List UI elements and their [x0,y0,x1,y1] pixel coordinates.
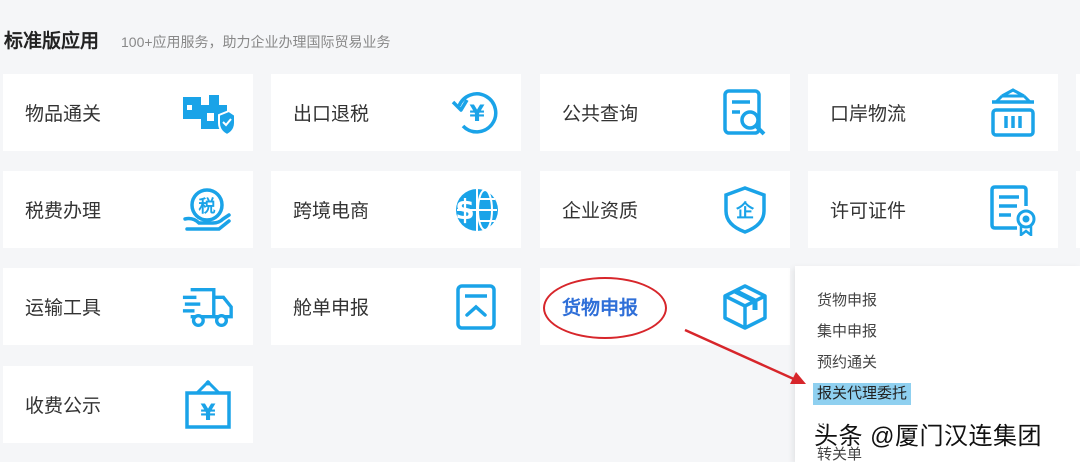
gantry-crane-icon [986,86,1040,140]
tile-fee-disclosure[interactable]: 收费公示 ¥ [3,366,253,443]
tile-goods-clearance[interactable]: 物品通关 [3,74,253,151]
goods-clearance-icon [181,86,235,140]
submenu-item[interactable]: 预约通关 [817,352,877,374]
svg-text:$: $ [455,193,474,226]
truck-icon [181,280,235,334]
tile-label: 企业资质 [562,201,639,222]
tile-label: 跨境电商 [293,201,370,222]
svg-text:税: 税 [199,196,216,217]
svg-text:¥: ¥ [469,102,485,127]
certificate-icon [986,183,1040,237]
tile-label: 收费公示 [25,396,102,417]
tile-public-query[interactable]: 公共查询 [540,74,790,151]
yen-refund-icon: ¥ [449,86,503,140]
shield-enterprise-icon: 企 [718,183,772,237]
svg-text:企: 企 [735,200,755,222]
tile-label: 出口退税 [293,104,370,125]
tile-label: 口岸物流 [830,104,907,125]
manifest-icon [449,280,503,334]
tile-export-refund[interactable]: 出口退税 ¥ [271,74,521,151]
svg-text:¥: ¥ [200,401,216,426]
submenu-item-highlighted[interactable]: 报关代理委托 [813,383,912,405]
tile-label: 物品通关 [25,104,102,125]
tile-manifest-declaration[interactable]: 舱单申报 [271,268,521,345]
tile-label: 税费办理 [25,201,102,222]
tile-enterprise-qualification[interactable]: 企业资质 企 [540,171,790,248]
document-search-icon [718,86,772,140]
dollar-globe-icon: $ [449,183,503,237]
tile-label: 公共查询 [562,104,639,125]
section-subtitle: 100+应用服务，助力企业办理国际贸易业务 [121,34,391,50]
tile-tax-handling[interactable]: 税费办理 税 [3,171,253,248]
tile-partial-edge [1076,171,1080,248]
tile-partial-edge [1076,74,1080,151]
watermark-text: 头条 @厦门汉连集团 [814,423,1043,450]
package-box-icon [718,280,772,334]
submenu-item[interactable]: 集中申报 [817,321,877,343]
section-header: 标准版应用 100+应用服务，助力企业办理国际贸易业务 [4,26,391,52]
section-title: 标准版应用 [4,31,100,52]
annotation-ellipse [543,277,667,339]
tile-license-permit[interactable]: 许可证件 [808,171,1058,248]
tax-hand-icon: 税 [181,183,235,237]
submenu-item[interactable]: 货物申报 [817,290,877,312]
tile-label: 运输工具 [25,298,102,319]
tile-port-logistics[interactable]: 口岸物流 [808,74,1058,151]
tile-cross-border-ecommerce[interactable]: 跨境电商 $ [271,171,521,248]
fee-sign-icon: ¥ [181,378,235,432]
tile-transport-vehicle[interactable]: 运输工具 [3,268,253,345]
tile-label: 许可证件 [830,201,907,222]
tile-label: 舱单申报 [293,298,370,319]
